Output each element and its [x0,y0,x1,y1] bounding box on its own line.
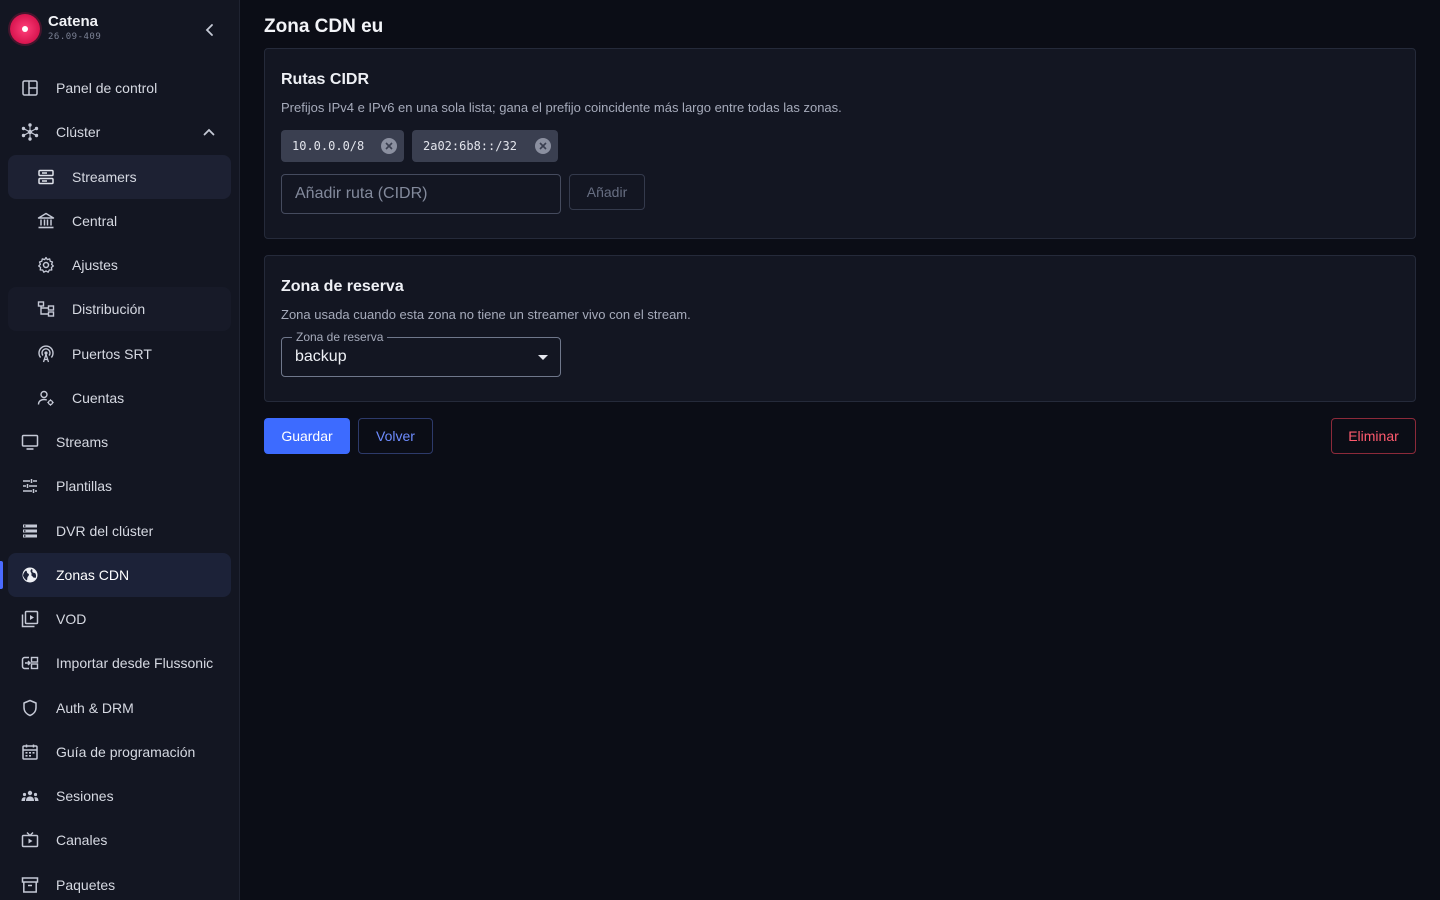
back-button[interactable]: Volver [358,418,433,454]
fallback-zone-title: Zona de reserva [281,278,404,295]
sidebar-item-plantillas[interactable]: Plantillas [8,464,231,508]
sidebar-item-zonas-cdn[interactable]: Zonas CDN [8,553,231,597]
calendar-icon [22,744,38,760]
sidebar-item-auth-drm[interactable]: Auth & DRM [8,686,231,730]
sidebar-item-label: Central [72,213,118,229]
sidebar-item-canales[interactable]: Canales [8,818,231,862]
sidebar-item-label: VOD [56,611,87,627]
remove-route-icon[interactable] [534,137,552,155]
sidebar-item-paquetes[interactable]: Paquetes [8,863,231,900]
add-route-button[interactable]: Añadir [569,174,645,210]
sidebar-item-guia-de-programacion[interactable]: Guía de programación [8,730,231,774]
sidebar-item-distribucion[interactable]: Distribución [8,287,231,331]
route-chip: 2a02:6b8::/32 [412,130,558,162]
shield-icon [23,699,37,717]
catena-logo [10,14,40,44]
gear-icon [38,256,54,273]
archive-icon [21,877,39,893]
cidr-routes-card: Rutas CIDR Prefijos IPv4 e IPv6 en una s… [264,48,1416,239]
sidebar-item-label: Guía de programación [56,744,196,760]
hierarchy-icon [37,301,55,317]
cluster-icon [21,123,39,141]
sidebar-item-label: Distribución [72,301,146,317]
chevron-up-icon [203,128,215,136]
storage-icon [23,524,37,538]
sidebar-item-importar-desde-flussonic[interactable]: Importar desde Flussonic [8,641,231,685]
fallback-zone-card: Zona de reserva Zona usada cuando esta z… [264,255,1416,402]
bank-icon [37,212,55,229]
sidebar-item-label: Zonas CDN [56,567,130,583]
sidebar-item-label: Puertos SRT [72,346,152,362]
sidebar-item-label: Cuentas [72,390,125,406]
sidebar-item-puertos-srt[interactable]: Puertos SRT [8,332,231,376]
app-name: Catena [48,13,99,30]
fallback-zone-description: Zona usada cuando esta zona no tiene un … [281,307,691,322]
sidebar-item-label: Importar desde Flussonic [56,655,214,671]
sidebar-item-label: Paquetes [56,877,116,893]
sidebar-item-label: Panel de control [56,80,158,96]
delete-button[interactable]: Eliminar [1331,418,1416,454]
fallback-zone-select[interactable]: Zona de reserva backup [281,330,561,377]
user-settings-icon [37,390,54,406]
dropdown-arrow-icon [538,355,548,360]
sidebar-item-label: Ajustes [72,257,118,273]
dashboard-icon [22,80,38,96]
sidebar-item-streamers[interactable]: Streamers [8,155,231,199]
page-title: Zona CDN eu [264,16,384,37]
sidebar-item-label: Canales [56,832,108,848]
app-version: 26.09-409 [48,32,102,42]
sidebar-item-sesiones[interactable]: Sesiones [8,774,231,818]
sidebar-item-central[interactable]: Central [8,199,231,243]
fallback-zone-select-value: backup [295,348,347,365]
cidr-routes-description: Prefijos IPv4 e IPv6 en una sola lista; … [281,100,842,115]
brand: Catena 26.09-409 [10,12,230,46]
sidebar-item-label: Clúster [56,124,101,140]
chevron-left-icon [205,24,213,36]
sidebar-item-streams[interactable]: Streams [8,420,231,464]
remove-route-icon[interactable] [380,137,398,155]
cidr-route-input[interactable] [281,174,561,214]
antenna-icon [38,345,54,363]
fallback-zone-select-label: Zona de reserva [292,330,388,344]
sidebar: Catena 26.09-409 Panel de control Clúste… [0,0,240,900]
groups-icon [21,790,39,801]
sidebar-item-label: Plantillas [56,478,113,494]
tv-icon [21,832,39,848]
server-icon [38,169,54,185]
sidebar-item-cuentas[interactable]: Cuentas [8,376,231,420]
route-chip-label: 2a02:6b8::/32 [423,139,517,153]
sidebar-item-cluster[interactable]: Clúster [8,110,231,154]
route-chip-label: 10.0.0.0/8 [292,139,365,153]
sidebar-item-label: Auth & DRM [56,700,134,716]
video-library-icon [21,610,39,628]
sidebar-item-label: Streams [56,434,109,450]
sidebar-item-label: Streamers [72,169,137,185]
sidebar-item-dvr-del-cluster[interactable]: DVR del clúster [8,509,231,553]
sidebar-item-vod[interactable]: VOD [8,597,231,641]
monitor-icon [21,434,39,450]
collapse-sidebar-button[interactable] [198,18,222,42]
route-chip: 10.0.0.0/8 [281,130,404,162]
sidebar-item-ajustes[interactable]: Ajustes [8,243,231,287]
sidebar-item-panel-de-control[interactable]: Panel de control [8,66,231,110]
sidebar-item-label: DVR del clúster [56,523,154,539]
globe-icon [22,567,38,583]
active-indicator [0,561,3,589]
tune-icon [23,479,37,493]
save-button[interactable]: Guardar [264,418,350,454]
sidebar-item-label: Sesiones [56,788,114,804]
cidr-routes-title: Rutas CIDR [281,71,370,88]
import-icon [21,656,39,670]
